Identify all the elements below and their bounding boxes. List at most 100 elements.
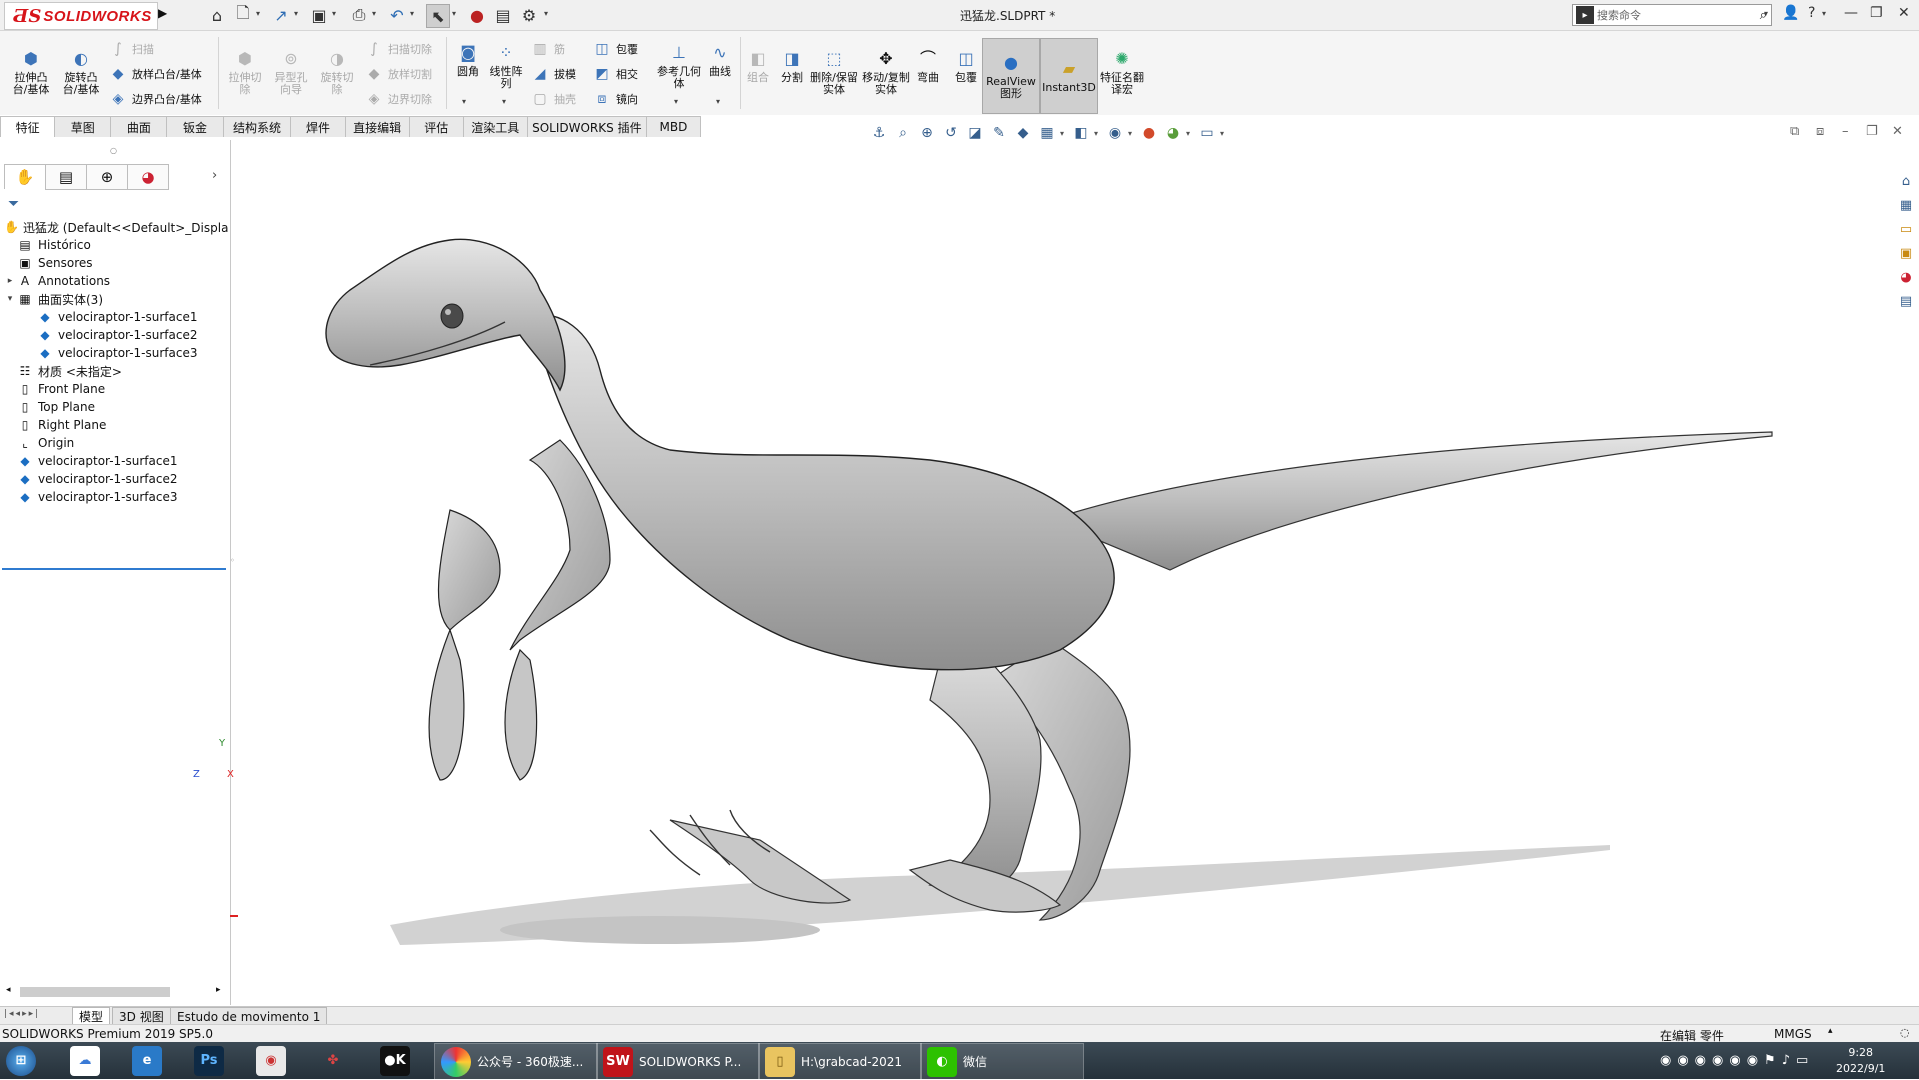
taskbar-pinned-app[interactable]: ☁ (70, 1043, 106, 1078)
home-icon[interactable]: ⌂ (206, 4, 228, 26)
appearances-icon[interactable]: ◕ (1895, 266, 1917, 288)
tab-features[interactable]: 特征 (0, 116, 56, 137)
save-icon[interactable]: ▣ (308, 4, 330, 26)
taskbar-pinned-app[interactable]: ◉ (256, 1043, 292, 1078)
expand-toggle-icon[interactable]: ▾ (4, 294, 16, 304)
chevron-down-icon[interactable]: ▾ (544, 9, 548, 18)
print-icon[interactable]: ⎙ (348, 4, 370, 26)
boundary-boss-button[interactable]: ◈ 边界凸台/基体 (108, 88, 202, 110)
system-tray-icons[interactable]: ◉◉◉◉◉◉⚑♪▭ (1660, 1053, 1814, 1068)
scroll-right-icon[interactable]: ▸ (216, 985, 221, 995)
new-document-icon[interactable]: 🗋 (232, 3, 254, 26)
tree-node[interactable]: ◆ velociraptor-1-surface2 (4, 469, 177, 489)
scrollbar-thumb[interactable] (20, 987, 170, 997)
taskbar-clock[interactable]: 9:28 2022/9/1 (1836, 1045, 1885, 1077)
tree-node[interactable]: ◆ velociraptor-1-surface1 (24, 307, 197, 327)
fillet-button[interactable]: ◙ 圆角 (450, 42, 486, 78)
boundary-cut-button[interactable]: ◈ 边界切除 (364, 88, 432, 110)
rib-button[interactable]: ▥ 筋 (530, 38, 565, 60)
graphics-area[interactable] (230, 140, 1890, 1006)
taskbar-pinned-app[interactable]: Ps (194, 1043, 230, 1078)
swept-cut-button[interactable]: ∫ 扫描切除 (364, 38, 432, 60)
sweep-button[interactable]: ∫ 扫描 (108, 38, 154, 60)
chevron-down-icon[interactable]: ▾ (372, 9, 376, 18)
mirror-button[interactable]: ⧈ 镜向 (592, 88, 638, 110)
move-copy-body-button[interactable]: ✥ 移动/复制实体 (862, 48, 910, 96)
minimize-icon[interactable]: — (1844, 5, 1858, 21)
tree-node[interactable]: ▣ Sensores (4, 253, 92, 273)
realview-button[interactable]: ● RealView 图形 (982, 38, 1040, 114)
chevron-down-icon[interactable]: ▾ (502, 97, 506, 106)
linear-pattern-button[interactable]: ⁘ 线性阵列 (486, 42, 526, 90)
tree-node[interactable]: ▯ Front Plane (4, 379, 105, 399)
draft-button[interactable]: ◢ 拔模 (530, 63, 576, 85)
panel-grip-icon[interactable]: ○ (110, 146, 117, 155)
taskbar-pinned-app[interactable]: e (132, 1043, 168, 1078)
tab-evaluate[interactable]: 评估 (408, 116, 464, 137)
chevron-down-icon[interactable]: ▾ (332, 9, 336, 18)
viewport-minimize-icon[interactable]: – (1842, 124, 1849, 139)
taskbar-item-solidworks[interactable]: SW SOLIDWORKS P... (596, 1043, 760, 1080)
tree-node[interactable]: ☷ 材质 <未指定> (4, 361, 122, 381)
tree-node[interactable]: ▸ A Annotations (4, 271, 110, 291)
tab-render-tools[interactable]: 渲染工具 (462, 116, 528, 137)
loft-boss-button[interactable]: ◆ 放样凸台/基体 (108, 63, 202, 85)
taskbar-pinned-app[interactable]: ●K (380, 1043, 416, 1078)
tab-sketch[interactable]: 草图 (54, 116, 112, 137)
lofted-cut-button[interactable]: ◆ 放样切割 (364, 63, 432, 85)
chevron-down-icon[interactable]: ▾ (462, 97, 466, 106)
feature-translate-macro-button[interactable]: ✺ 特征名翻译宏 (1098, 48, 1146, 96)
curves-button[interactable]: ∿ 曲线 (702, 42, 738, 78)
solidworks-resources-icon[interactable]: ⌂ (1895, 170, 1917, 192)
taskbar-item-browser[interactable]: 公众号 - 360极速... (434, 1043, 598, 1080)
tree-root[interactable]: ✋ 迅猛龙 (Default<<Default>_Displa (4, 217, 228, 237)
chevron-up-icon[interactable]: ▴ (1828, 1026, 1833, 1036)
customize-status-icon[interactable]: ◌ (1900, 1026, 1910, 1039)
chevron-down-icon[interactable]: ▾ (256, 9, 260, 18)
tree-node[interactable]: ◆ velociraptor-1-surface3 (4, 487, 177, 507)
property-manager-tab-icon[interactable]: ▤ (45, 164, 87, 190)
chevron-down-icon[interactable]: ▾ (410, 9, 414, 18)
split-button[interactable]: ◨ 分割 (776, 48, 808, 84)
help-icon[interactable]: ? (1808, 5, 1815, 21)
expand-toggle-icon[interactable]: ▸ (4, 276, 16, 286)
select-icon[interactable]: ⬉ (426, 4, 450, 28)
rollback-bar[interactable] (2, 568, 226, 570)
user-icon[interactable]: 👤 (1782, 5, 1799, 21)
tab-weldments[interactable]: 焊件 (290, 116, 346, 137)
taskbar-pinned-app[interactable]: ✤ (318, 1043, 354, 1078)
wrap2-button[interactable]: ◫ 包覆 (950, 48, 982, 84)
extrude-boss-button[interactable]: ⬢ 拉伸凸台/基体 (10, 48, 52, 96)
tab-solidworks-addins[interactable]: SOLIDWORKS 插件 (526, 116, 647, 137)
chevron-down-icon[interactable]: ▾ (674, 97, 678, 106)
tree-node[interactable]: ▯ Right Plane (4, 415, 107, 435)
reference-geometry-button[interactable]: ⊥ 参考几何体 (656, 42, 702, 90)
flex-button[interactable]: ⌒ 弯曲 (912, 48, 944, 84)
chevron-down-icon[interactable]: ▾ (1764, 9, 1768, 18)
tree-node[interactable]: ◆ velociraptor-1-surface2 (24, 325, 197, 345)
chevron-down-icon[interactable]: ▾ (1128, 129, 1136, 138)
tab-structure-system[interactable]: 结构系统 (222, 116, 292, 137)
tree-node[interactable]: ◆ velociraptor-1-surface1 (4, 451, 177, 471)
tab-scroll-arrows-icon[interactable]: |◂◂▸▸| (4, 1009, 40, 1019)
open-icon[interactable]: ↗ (270, 4, 292, 26)
menu-expand-arrow-icon[interactable]: ▶ (158, 6, 167, 20)
feature-tree-tab-icon[interactable]: ✋ (4, 164, 46, 189)
undo-icon[interactable]: ↶ (386, 4, 408, 26)
tree-node[interactable]: ▤ Histórico (4, 235, 91, 255)
custom-properties-icon[interactable]: ▤ (1895, 290, 1917, 312)
chevron-down-icon[interactable]: ▾ (452, 9, 456, 18)
chevron-down-icon[interactable]: ▾ (1220, 129, 1228, 138)
intersect-button[interactable]: ◩ 相交 (592, 63, 638, 85)
configuration-manager-tab-icon[interactable]: ⊕ (86, 164, 128, 190)
taskbar-item-folder[interactable]: ▯ H:\grabcad-2021 (758, 1043, 922, 1080)
combine-button[interactable]: ◧ 组合 (742, 48, 774, 84)
search-commands-field[interactable]: ▸ 搜索命令 ⌕ (1572, 4, 1772, 26)
tab-mbd[interactable]: MBD (645, 116, 702, 137)
tree-node[interactable]: ▾ ▦ 曲面实体(3) (4, 289, 103, 309)
chevron-down-icon[interactable]: ▾ (1822, 9, 1826, 18)
chevron-down-icon[interactable]: ▾ (1094, 129, 1102, 138)
extrude-cut-button[interactable]: ⬢ 拉伸切除 (224, 48, 266, 96)
search-input[interactable]: 搜索命令 (1597, 7, 1760, 23)
scroll-left-icon[interactable]: ◂ (6, 985, 11, 995)
